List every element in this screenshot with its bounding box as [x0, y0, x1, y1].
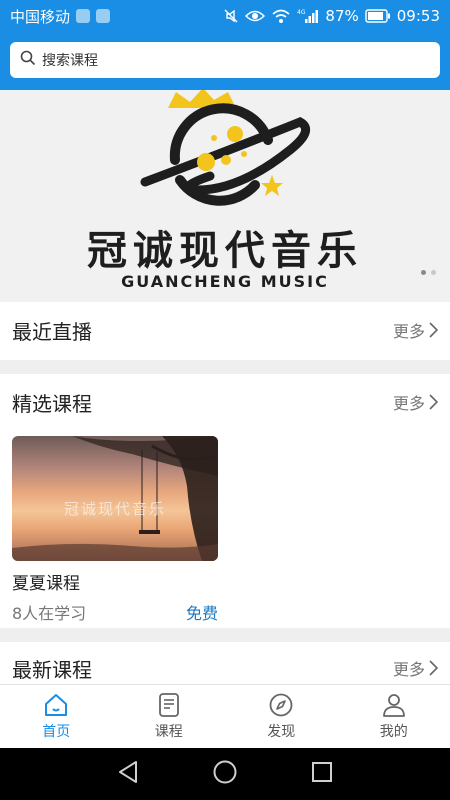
signal-icon: 4G — [297, 8, 319, 24]
section-title: 精选课程 — [12, 391, 92, 416]
more-link[interactable]: 更多 — [393, 318, 438, 342]
recents-button[interactable] — [311, 761, 333, 787]
section-featured-courses: 精选课程 更多 冠诚现代音乐 夏夏课程 8人在学习 免费 — [0, 374, 450, 628]
course-title: 夏夏课程 — [12, 574, 80, 594]
course-thumbnail: 冠诚现代音乐 — [12, 436, 218, 561]
section-title: 最近直播 — [12, 319, 92, 344]
banner-carousel[interactable]: 冠诚现代音乐 GUANCHENG MUSIC — [0, 90, 450, 302]
back-button[interactable] — [117, 760, 139, 788]
tab-label: 课程 — [154, 724, 183, 740]
home-icon — [45, 694, 68, 716]
chevron-right-icon — [429, 322, 438, 338]
tab-home[interactable]: 首页 — [0, 685, 113, 748]
section-latest-courses: 最新课程 更多 — [0, 642, 450, 684]
more-label: 更多 — [392, 322, 425, 341]
document-icon — [158, 693, 179, 717]
user-icon — [382, 694, 405, 717]
tab-label: 首页 — [42, 724, 71, 740]
eye-icon — [245, 9, 266, 23]
section-title: 最新课程 — [12, 657, 92, 682]
tab-profile[interactable]: 我的 — [338, 685, 450, 748]
planet-logo-icon — [140, 90, 311, 206]
battery-percent: 87% — [325, 7, 359, 25]
carousel-indicator — [421, 270, 436, 275]
search-placeholder: 搜索课程 — [42, 53, 98, 69]
search-input[interactable]: 搜索课程 — [10, 42, 440, 78]
app-header: 搜索课程 — [0, 32, 450, 90]
more-label: 更多 — [392, 660, 425, 679]
mute-icon — [223, 8, 239, 24]
tab-discover[interactable]: 发现 — [225, 685, 338, 748]
section-recent-live: 最近直播 更多 — [0, 302, 450, 360]
status-bar: 中国移动 4G 87% 09:53 — [0, 0, 450, 32]
compass-icon — [269, 693, 293, 717]
notification-app-icon — [96, 9, 111, 23]
more-label: 更多 — [392, 394, 425, 413]
more-link[interactable]: 更多 — [393, 656, 438, 680]
home-button[interactable] — [212, 759, 238, 789]
banner-title: 冠诚现代音乐 — [87, 228, 363, 274]
wifi-icon — [271, 8, 291, 24]
carrier-label: 中国移动 — [10, 7, 71, 26]
course-card[interactable]: 冠诚现代音乐 夏夏课程 8人在学习 免费 — [12, 436, 218, 624]
system-navigation-bar — [0, 748, 450, 800]
network-type: 4G — [297, 9, 306, 16]
chevron-right-icon — [429, 660, 438, 676]
back-triangle-icon — [118, 761, 137, 783]
home-circle-icon — [213, 760, 237, 784]
carousel-dot — [431, 270, 436, 275]
thumbnail-watermark: 冠诚现代音乐 — [63, 500, 166, 518]
tab-label: 我的 — [379, 724, 408, 740]
tab-label: 发现 — [267, 724, 296, 740]
carousel-dot — [421, 270, 426, 275]
more-link[interactable]: 更多 — [393, 390, 438, 414]
chevron-right-icon — [429, 394, 438, 410]
banner-subtitle: GUANCHENG MUSIC — [121, 272, 329, 291]
recents-square-icon — [312, 762, 333, 782]
search-icon — [20, 50, 36, 70]
tab-courses[interactable]: 课程 — [113, 685, 226, 748]
course-price: 免费 — [185, 604, 218, 623]
notification-app-icon — [76, 9, 91, 23]
clock: 09:53 — [396, 7, 440, 25]
bottom-tab-bar: 首页 课程 发现 我的 — [0, 684, 450, 748]
battery-icon — [365, 9, 391, 23]
learner-count: 8人在学习 — [12, 604, 87, 623]
